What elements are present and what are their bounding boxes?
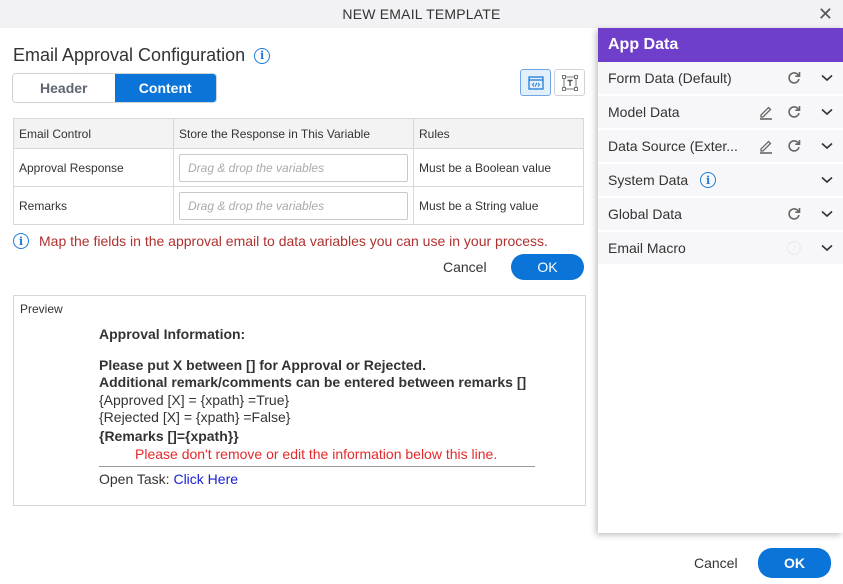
tab-header[interactable]: Header xyxy=(13,74,115,102)
app-data-title: App Data xyxy=(598,28,843,62)
app-data-item-system-data[interactable]: System Data i xyxy=(598,164,843,198)
app-data-item-label: Form Data (Default) xyxy=(608,70,732,86)
refresh-icon[interactable] xyxy=(786,206,802,222)
design-view-button[interactable] xyxy=(554,69,585,96)
info-icon[interactable]: i xyxy=(700,172,717,188)
dialog-title: NEW EMAIL TEMPLATE xyxy=(342,6,501,22)
variable-cell xyxy=(173,148,414,187)
tab-bar: Header Content xyxy=(12,73,217,103)
table-row: Remarks Must be a String value xyxy=(13,186,584,225)
tab-content[interactable]: Content xyxy=(114,74,216,102)
app-data-item-data-source[interactable]: Data Source (Exter... xyxy=(598,130,843,164)
app-data-panel: App Data Form Data (Default) Model Data … xyxy=(598,28,843,533)
remarks-line: {Remarks []={xpath}} xyxy=(99,428,239,444)
rejected-line: {Rejected [X] = {xpath} =False} xyxy=(99,409,291,425)
edit-icon[interactable] xyxy=(758,138,774,154)
column-header: Rules xyxy=(413,118,584,149)
preview-label: Preview xyxy=(20,302,63,316)
table-row: Approval Response Must be a Boolean valu… xyxy=(13,148,584,187)
app-data-item-label: Data Source (Exter... xyxy=(608,138,738,154)
source-code-icon xyxy=(527,75,544,90)
column-header: Store the Response in This Variable xyxy=(173,118,414,149)
app-data-item-model-data[interactable]: Model Data xyxy=(598,96,843,130)
chevron-down-icon[interactable] xyxy=(821,142,833,150)
rule-cell: Must be a String value xyxy=(413,186,584,225)
ok-button[interactable]: OK xyxy=(758,548,831,578)
help-icon[interactable]: ? xyxy=(786,240,802,256)
mapping-hint: i Map the fields in the approval email t… xyxy=(13,233,548,249)
chevron-down-icon[interactable] xyxy=(821,176,833,184)
rule-cell: Must be a Boolean value xyxy=(413,148,584,187)
table-header-row: Email Control Store the Response in This… xyxy=(13,118,584,149)
preview-body: Approval Information: Please put X betwe… xyxy=(99,326,535,487)
email-preview: Preview Approval Information: Please put… xyxy=(13,295,586,506)
source-view-button[interactable] xyxy=(520,69,551,96)
approval-info-heading: Approval Information: xyxy=(99,326,246,342)
chevron-down-icon[interactable] xyxy=(821,210,833,218)
variable-cell xyxy=(173,186,414,225)
divider xyxy=(99,466,535,467)
approved-line: {Approved [X] = {xpath} =True} xyxy=(99,392,290,408)
close-icon[interactable]: ✕ xyxy=(818,5,833,23)
info-icon[interactable]: i xyxy=(254,47,271,64)
app-data-item-label: Model Data xyxy=(608,104,680,120)
info-icon: i xyxy=(13,233,29,249)
email-control-cell: Remarks xyxy=(13,186,174,225)
open-task-line: Open Task: Click Here xyxy=(99,471,535,487)
page-heading: Email Approval Configuration i xyxy=(13,45,271,66)
mapping-ok-button[interactable]: OK xyxy=(511,254,584,280)
remarks-variable-input[interactable] xyxy=(179,191,408,220)
edit-icon[interactable] xyxy=(758,104,774,120)
refresh-icon[interactable] xyxy=(786,104,802,120)
preview-warning: Please don't remove or edit the informat… xyxy=(135,446,498,462)
app-data-item-form-data[interactable]: Form Data (Default) xyxy=(598,62,843,96)
open-task-link[interactable]: Click Here xyxy=(173,471,238,487)
text-design-icon xyxy=(561,74,578,91)
app-data-item-label: Email Macro xyxy=(608,240,686,256)
app-data-item-label: Global Data xyxy=(608,206,682,222)
app-data-item-label: System Data xyxy=(608,172,689,188)
app-data-item-email-macro[interactable]: Email Macro ? xyxy=(598,232,843,266)
main-content: Email Approval Configuration i Header Co… xyxy=(0,28,597,548)
instruction-line: Please put X between [] for Approval or … xyxy=(99,357,426,373)
chevron-down-icon[interactable] xyxy=(821,74,833,82)
approval-response-variable-input[interactable] xyxy=(179,153,408,182)
svg-text:?: ? xyxy=(792,245,797,255)
page-title: Email Approval Configuration xyxy=(13,45,246,65)
chevron-down-icon[interactable] xyxy=(821,244,833,252)
mapping-cancel-button[interactable]: Cancel xyxy=(443,259,487,275)
open-task-label: Open Task: xyxy=(99,471,174,487)
email-control-cell: Approval Response xyxy=(13,148,174,187)
view-toggle xyxy=(520,69,585,96)
refresh-icon[interactable] xyxy=(786,70,802,86)
dialog-titlebar: NEW EMAIL TEMPLATE ✕ xyxy=(0,0,843,28)
column-header: Email Control xyxy=(13,118,174,149)
instruction-line: Additional remark/comments can be entere… xyxy=(99,374,527,390)
cancel-button[interactable]: Cancel xyxy=(694,555,738,571)
variable-mapping-table: Email Control Store the Response in This… xyxy=(13,118,584,225)
chevron-down-icon[interactable] xyxy=(821,108,833,116)
hint-text: Map the fields in the approval email to … xyxy=(39,233,548,249)
refresh-icon[interactable] xyxy=(786,138,802,154)
app-data-item-global-data[interactable]: Global Data xyxy=(598,198,843,232)
